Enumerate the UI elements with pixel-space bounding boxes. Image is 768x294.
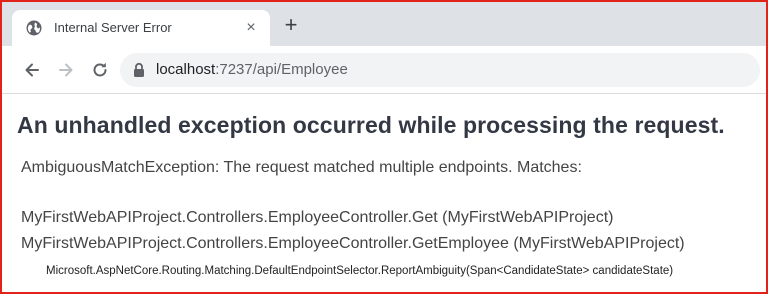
globe-icon bbox=[26, 20, 42, 36]
browser-toolbar: localhost:7237/api/Employee bbox=[2, 46, 766, 94]
url-text[interactable]: localhost:7237/api/Employee bbox=[156, 61, 348, 78]
endpoint-match: MyFirstWebAPIProject.Controllers.Employe… bbox=[21, 235, 685, 252]
forward-arrow-icon[interactable] bbox=[56, 60, 76, 80]
new-tab-button[interactable]: + bbox=[280, 14, 302, 37]
tab-internal-server-error[interactable]: Internal Server Error × bbox=[12, 10, 270, 46]
lock-icon[interactable] bbox=[132, 62, 146, 78]
screenshot-frame: Internal Server Error × + localhost:7237… bbox=[0, 0, 768, 294]
stack-frame: Microsoft.AspNetCore.Routing.Matching.De… bbox=[46, 265, 674, 277]
tab-title: Internal Server Error bbox=[54, 20, 172, 35]
endpoint-match: MyFirstWebAPIProject.Controllers.Employe… bbox=[21, 209, 614, 226]
address-bar[interactable]: localhost:7237/api/Employee bbox=[120, 53, 760, 87]
exception-message: AmbiguousMatchException: The request mat… bbox=[21, 159, 582, 176]
url-host: localhost bbox=[156, 61, 216, 78]
tab-close-icon[interactable]: × bbox=[242, 19, 260, 37]
error-heading: An unhandled exception occurred while pr… bbox=[17, 112, 725, 138]
back-arrow-icon[interactable] bbox=[22, 60, 42, 80]
reload-icon[interactable] bbox=[90, 60, 110, 80]
url-path: :7237/api/Employee bbox=[215, 61, 348, 78]
error-page: An unhandled exception occurred while pr… bbox=[2, 95, 766, 292]
tab-strip: Internal Server Error × + bbox=[2, 2, 766, 46]
